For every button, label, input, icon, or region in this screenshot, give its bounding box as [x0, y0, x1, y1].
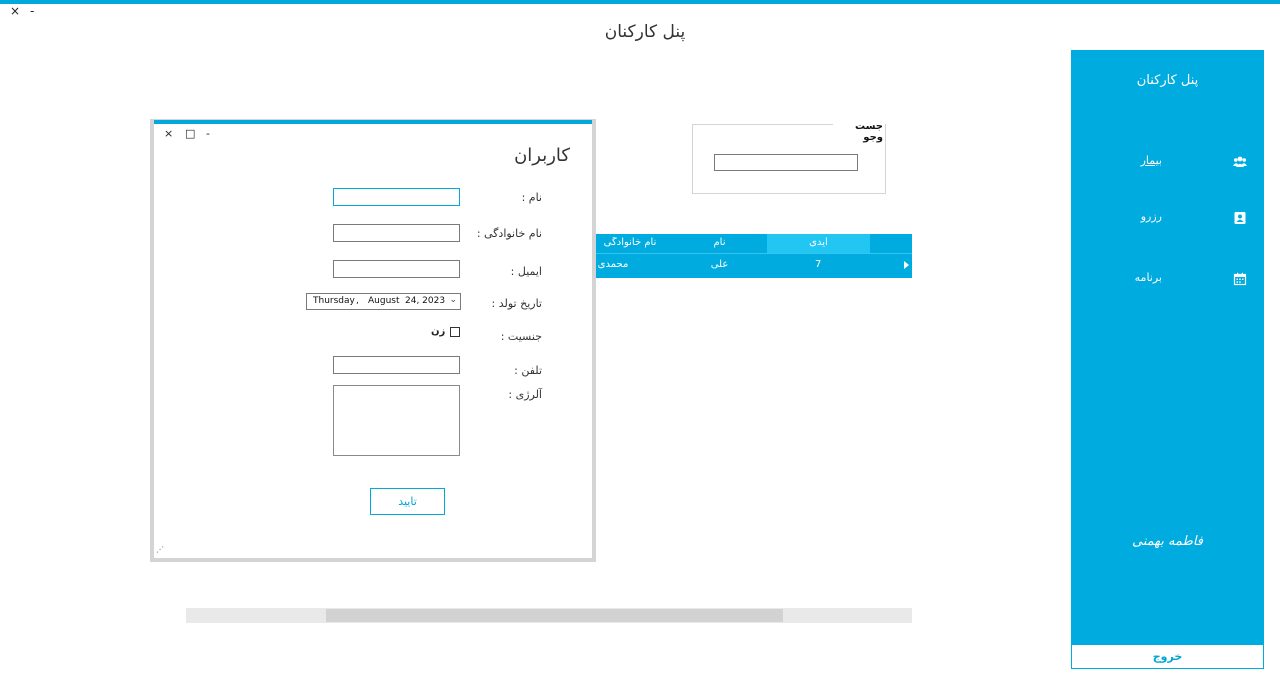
chevron-down-icon: ⌄: [449, 295, 457, 305]
dialog-maximize-button[interactable]: □: [185, 128, 195, 139]
users-dialog: × □ - کاربران نام : نام خانوادگی : ایمیل…: [150, 119, 596, 562]
users-grid[interactable]: آیدی نام نام خانوادگی 7 علی محمدی: [588, 234, 912, 278]
user-name: فاطمه بهمنی: [1131, 534, 1204, 549]
phone-field[interactable]: [333, 356, 460, 374]
dialog-close-button[interactable]: ×: [164, 128, 173, 139]
gender-label: جنسیت :: [500, 330, 542, 343]
sidebar-item-label: بیمار: [1140, 154, 1162, 167]
birthdate-day-year: 24, 2023: [405, 296, 446, 306]
sidebar-item-label: برنامه: [1134, 271, 1162, 284]
dialog-minimize-button[interactable]: -: [206, 128, 210, 139]
resize-grip-icon[interactable]: ⋰: [156, 545, 164, 554]
grid-cell-first-name[interactable]: علی: [672, 259, 767, 270]
gender-female-label[interactable]: زن: [431, 326, 445, 337]
users-icon: [1233, 156, 1247, 167]
birthdate-label: تاریخ تولد :: [491, 297, 542, 310]
sidebar-item-schedule[interactable]: برنامه: [1071, 269, 1264, 291]
sidebar-item-label: رزرو: [1140, 210, 1162, 223]
email-label: ایمیل :: [510, 265, 542, 278]
grid-header-first-name[interactable]: نام: [672, 237, 767, 248]
page-title: پنل کارکنان: [604, 22, 686, 42]
email-field[interactable]: [333, 260, 460, 278]
contact-card-icon: [1234, 212, 1246, 224]
sidebar-title: پنل کارکنان: [1136, 73, 1199, 88]
sidebar-item-reservation[interactable]: رزرو: [1071, 208, 1264, 230]
grid-divider: [588, 253, 912, 254]
row-pointer-icon: [904, 261, 909, 269]
grid-header-id[interactable]: آیدی: [767, 237, 870, 248]
birthdate-picker[interactable]: Thursday , August 24, 2023 ⌄: [306, 293, 461, 310]
last-name-field[interactable]: [333, 224, 460, 242]
scrollbar-thumb[interactable]: [326, 609, 783, 622]
search-group: جست وجو: [692, 121, 886, 194]
close-button[interactable]: ×: [10, 5, 20, 17]
dialog-title: کاربران: [514, 145, 570, 166]
horizontal-scrollbar[interactable]: [186, 608, 912, 623]
last-name-label: نام خانوادگی :: [476, 227, 542, 240]
allergy-label: آلرژی :: [508, 388, 542, 401]
minimize-button[interactable]: -: [30, 5, 34, 17]
main-window: × - پنل کارکنان جست وجو آیدی نام نام خان…: [0, 0, 1280, 686]
grid-cell-id[interactable]: 7: [767, 259, 870, 270]
sidebar-item-patients[interactable]: بیمار: [1071, 152, 1264, 174]
birthdate-separator: ,: [356, 296, 359, 306]
birthdate-month: August: [368, 296, 400, 306]
title-bar-accent: [0, 0, 1280, 4]
first-name-label: نام :: [521, 191, 542, 204]
first-name-field[interactable]: [333, 188, 460, 206]
calendar-icon: [1233, 272, 1247, 286]
allergy-textarea[interactable]: [333, 385, 460, 456]
search-input[interactable]: [714, 154, 858, 171]
sidebar: پنل کارکنان بیمار رزرو برنامه فاطمه بهمن…: [1071, 50, 1264, 644]
gender-female-checkbox[interactable]: [450, 327, 460, 337]
phone-label: تلفن :: [514, 364, 542, 377]
dialog-title-bar-accent: [154, 120, 592, 124]
submit-button[interactable]: تایید: [370, 488, 445, 515]
search-legend: جست وجو: [833, 121, 885, 143]
birthdate-weekday: Thursday: [313, 296, 355, 306]
logout-button[interactable]: خروج: [1071, 644, 1264, 669]
grid-header-last-name[interactable]: نام خانوادگی: [588, 237, 672, 248]
